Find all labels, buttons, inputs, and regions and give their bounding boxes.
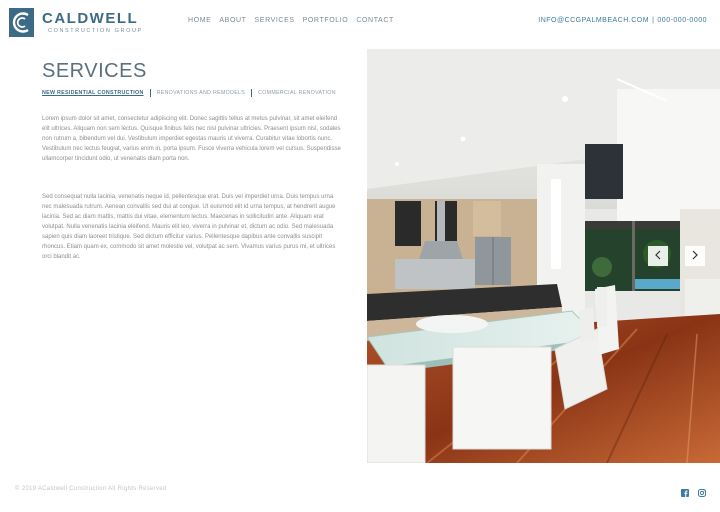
nav-contact[interactable]: CONTACT bbox=[356, 17, 394, 24]
chevron-left-icon bbox=[654, 247, 662, 265]
nav-services[interactable]: SERVICES bbox=[255, 17, 295, 24]
tab-new-residential-construction[interactable]: NEW RESIDENTIAL CONSTRUCTION bbox=[42, 90, 144, 96]
brand-logo[interactable]: CALDWELL CONSTRUCTION GROUP bbox=[9, 8, 143, 37]
brand-subtitle: CONSTRUCTION GROUP bbox=[48, 28, 143, 34]
service-description-paragraph: Lorem ipsum dolor sit amet, consectetur … bbox=[42, 116, 341, 162]
brand-title: CALDWELL bbox=[42, 10, 139, 27]
contact-phone[interactable]: 000-000-0000 bbox=[657, 17, 707, 24]
nav-about[interactable]: ABOUT bbox=[219, 17, 246, 24]
nav-home[interactable]: HOME bbox=[188, 17, 211, 24]
footer-copyright: © 2019 ACaldwell Construction All Rights… bbox=[15, 486, 167, 492]
slider-prev-button[interactable] bbox=[648, 246, 668, 266]
service-description-paragraph: Sed consequat nulla lacinia, venenatis n… bbox=[42, 194, 336, 260]
chevron-right-icon bbox=[691, 247, 699, 265]
logo-mark-icon bbox=[9, 8, 34, 37]
service-tabs: NEW RESIDENTIAL CONSTRUCTION RENOVATIONS… bbox=[42, 89, 336, 97]
tab-divider bbox=[149, 89, 151, 97]
contact-email[interactable]: INFO@CCGPALMBEACH.COM bbox=[538, 17, 649, 24]
tab-divider bbox=[251, 89, 253, 97]
nav-portfolio[interactable]: PORTFOLIO bbox=[303, 17, 349, 24]
facebook-icon[interactable] bbox=[681, 484, 689, 497]
slider-next-button[interactable] bbox=[685, 246, 705, 266]
main-nav: HOME ABOUT SERVICES PORTFOLIO CONTACT bbox=[188, 17, 394, 24]
page-title: SERVICES bbox=[42, 60, 147, 82]
header-contact: INFO@CCGPALMBEACH.COM | 000-000-0000 bbox=[538, 17, 707, 24]
tab-commercial-renovation[interactable]: COMMERCIAL RENOVATION bbox=[258, 90, 336, 96]
tab-renovations-and-remodels[interactable]: RENOVATIONS AND REMODELS bbox=[157, 90, 246, 96]
social-links bbox=[681, 484, 706, 497]
contact-separator: | bbox=[652, 17, 655, 24]
instagram-icon[interactable] bbox=[698, 484, 706, 497]
